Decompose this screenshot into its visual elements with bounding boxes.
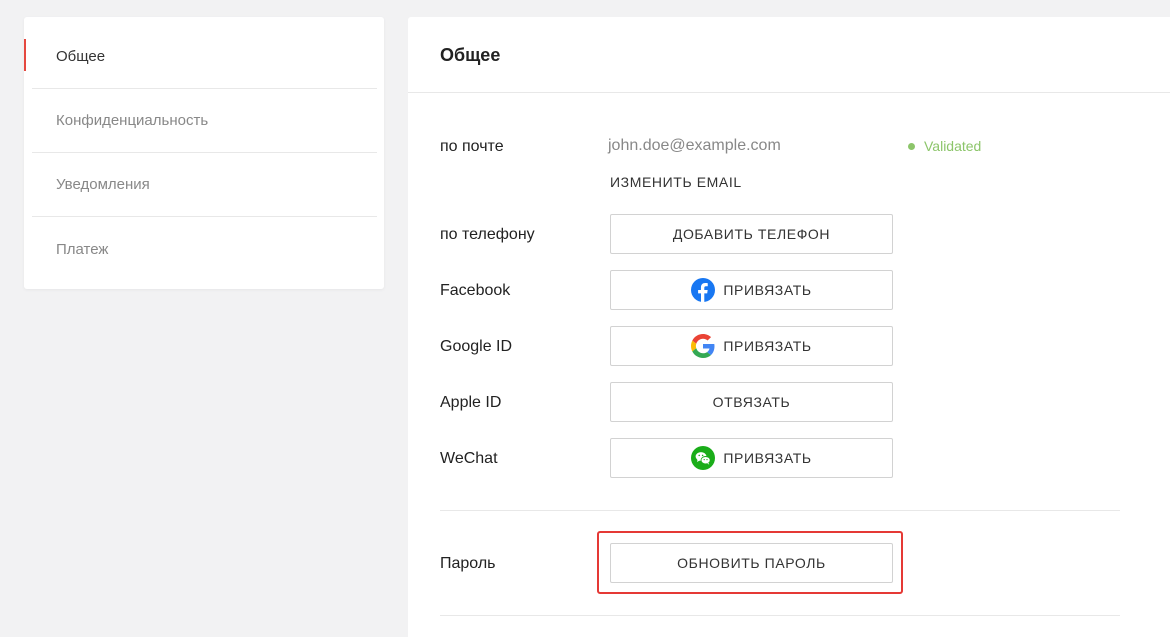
email-status-badge: Validated xyxy=(908,138,981,154)
add-phone-button-label: ДОБАВИТЬ ТЕЛЕФОН xyxy=(672,226,831,242)
facebook-label: Facebook xyxy=(440,282,511,299)
sidebar-item-label: Платеж xyxy=(56,240,109,258)
active-indicator xyxy=(24,39,26,71)
settings-sidebar: Общее Конфиденциальность Уведомления Пла… xyxy=(24,17,384,289)
wechat-icon xyxy=(691,446,716,470)
link-facebook-button-label: ПРИВЯЗАТЬ xyxy=(723,282,812,298)
status-dot-icon xyxy=(908,142,915,150)
unlink-apple-button[interactable]: ОТВЯЗАТЬ xyxy=(610,382,893,422)
sidebar-item-label: Конфиденциальность xyxy=(56,112,209,129)
password-label: Пароль xyxy=(440,555,496,572)
sidebar-item-general[interactable]: Общее xyxy=(32,25,377,89)
link-google-button-label: ПРИВЯЗАТЬ xyxy=(723,338,812,354)
add-phone-button[interactable]: ДОБАВИТЬ ТЕЛЕФОН xyxy=(610,214,893,254)
sidebar-item-notifications[interactable]: Уведомления xyxy=(32,153,377,217)
email-value: john.doe@example.com xyxy=(608,137,781,154)
phone-label: по телефону xyxy=(440,226,535,243)
section-divider-bottom xyxy=(440,615,1120,616)
unlink-apple-button-label: ОТВЯЗАТЬ xyxy=(712,394,791,410)
update-password-button[interactable]: ОБНОВИТЬ ПАРОЛЬ xyxy=(610,543,893,583)
page-title: Общее xyxy=(440,45,501,65)
google-icon xyxy=(691,334,715,358)
facebook-icon xyxy=(691,278,716,302)
update-password-button-label: ОБНОВИТЬ ПАРОЛЬ xyxy=(677,555,826,571)
section-divider xyxy=(440,510,1120,511)
sidebar-item-privacy[interactable]: Конфиденциальность xyxy=(32,89,377,153)
link-google-button[interactable]: ПРИВЯЗАТЬ xyxy=(610,326,893,366)
link-wechat-button[interactable]: ПРИВЯЗАТЬ xyxy=(610,438,893,478)
sidebar-item-payment[interactable]: Платеж xyxy=(32,217,377,281)
link-facebook-button[interactable]: ПРИВЯЗАТЬ xyxy=(610,270,893,310)
panel-header: Общее xyxy=(408,17,1170,93)
google-label: Google ID xyxy=(440,338,513,355)
email-label: по почте xyxy=(440,138,504,155)
apple-label: Apple ID xyxy=(440,394,502,411)
change-email-button[interactable]: ИЗМЕНИТЬ EMAIL xyxy=(610,173,742,191)
link-wechat-button-label: ПРИВЯЗАТЬ xyxy=(723,450,812,466)
email-status-text: Validated xyxy=(924,138,982,154)
general-settings-panel: Общее по почте john.doe@example.com Vali… xyxy=(408,17,1170,637)
sidebar-item-label: Уведомления xyxy=(56,176,150,193)
sidebar-item-label: Общее xyxy=(56,48,106,65)
wechat-label: WeChat xyxy=(440,450,498,467)
